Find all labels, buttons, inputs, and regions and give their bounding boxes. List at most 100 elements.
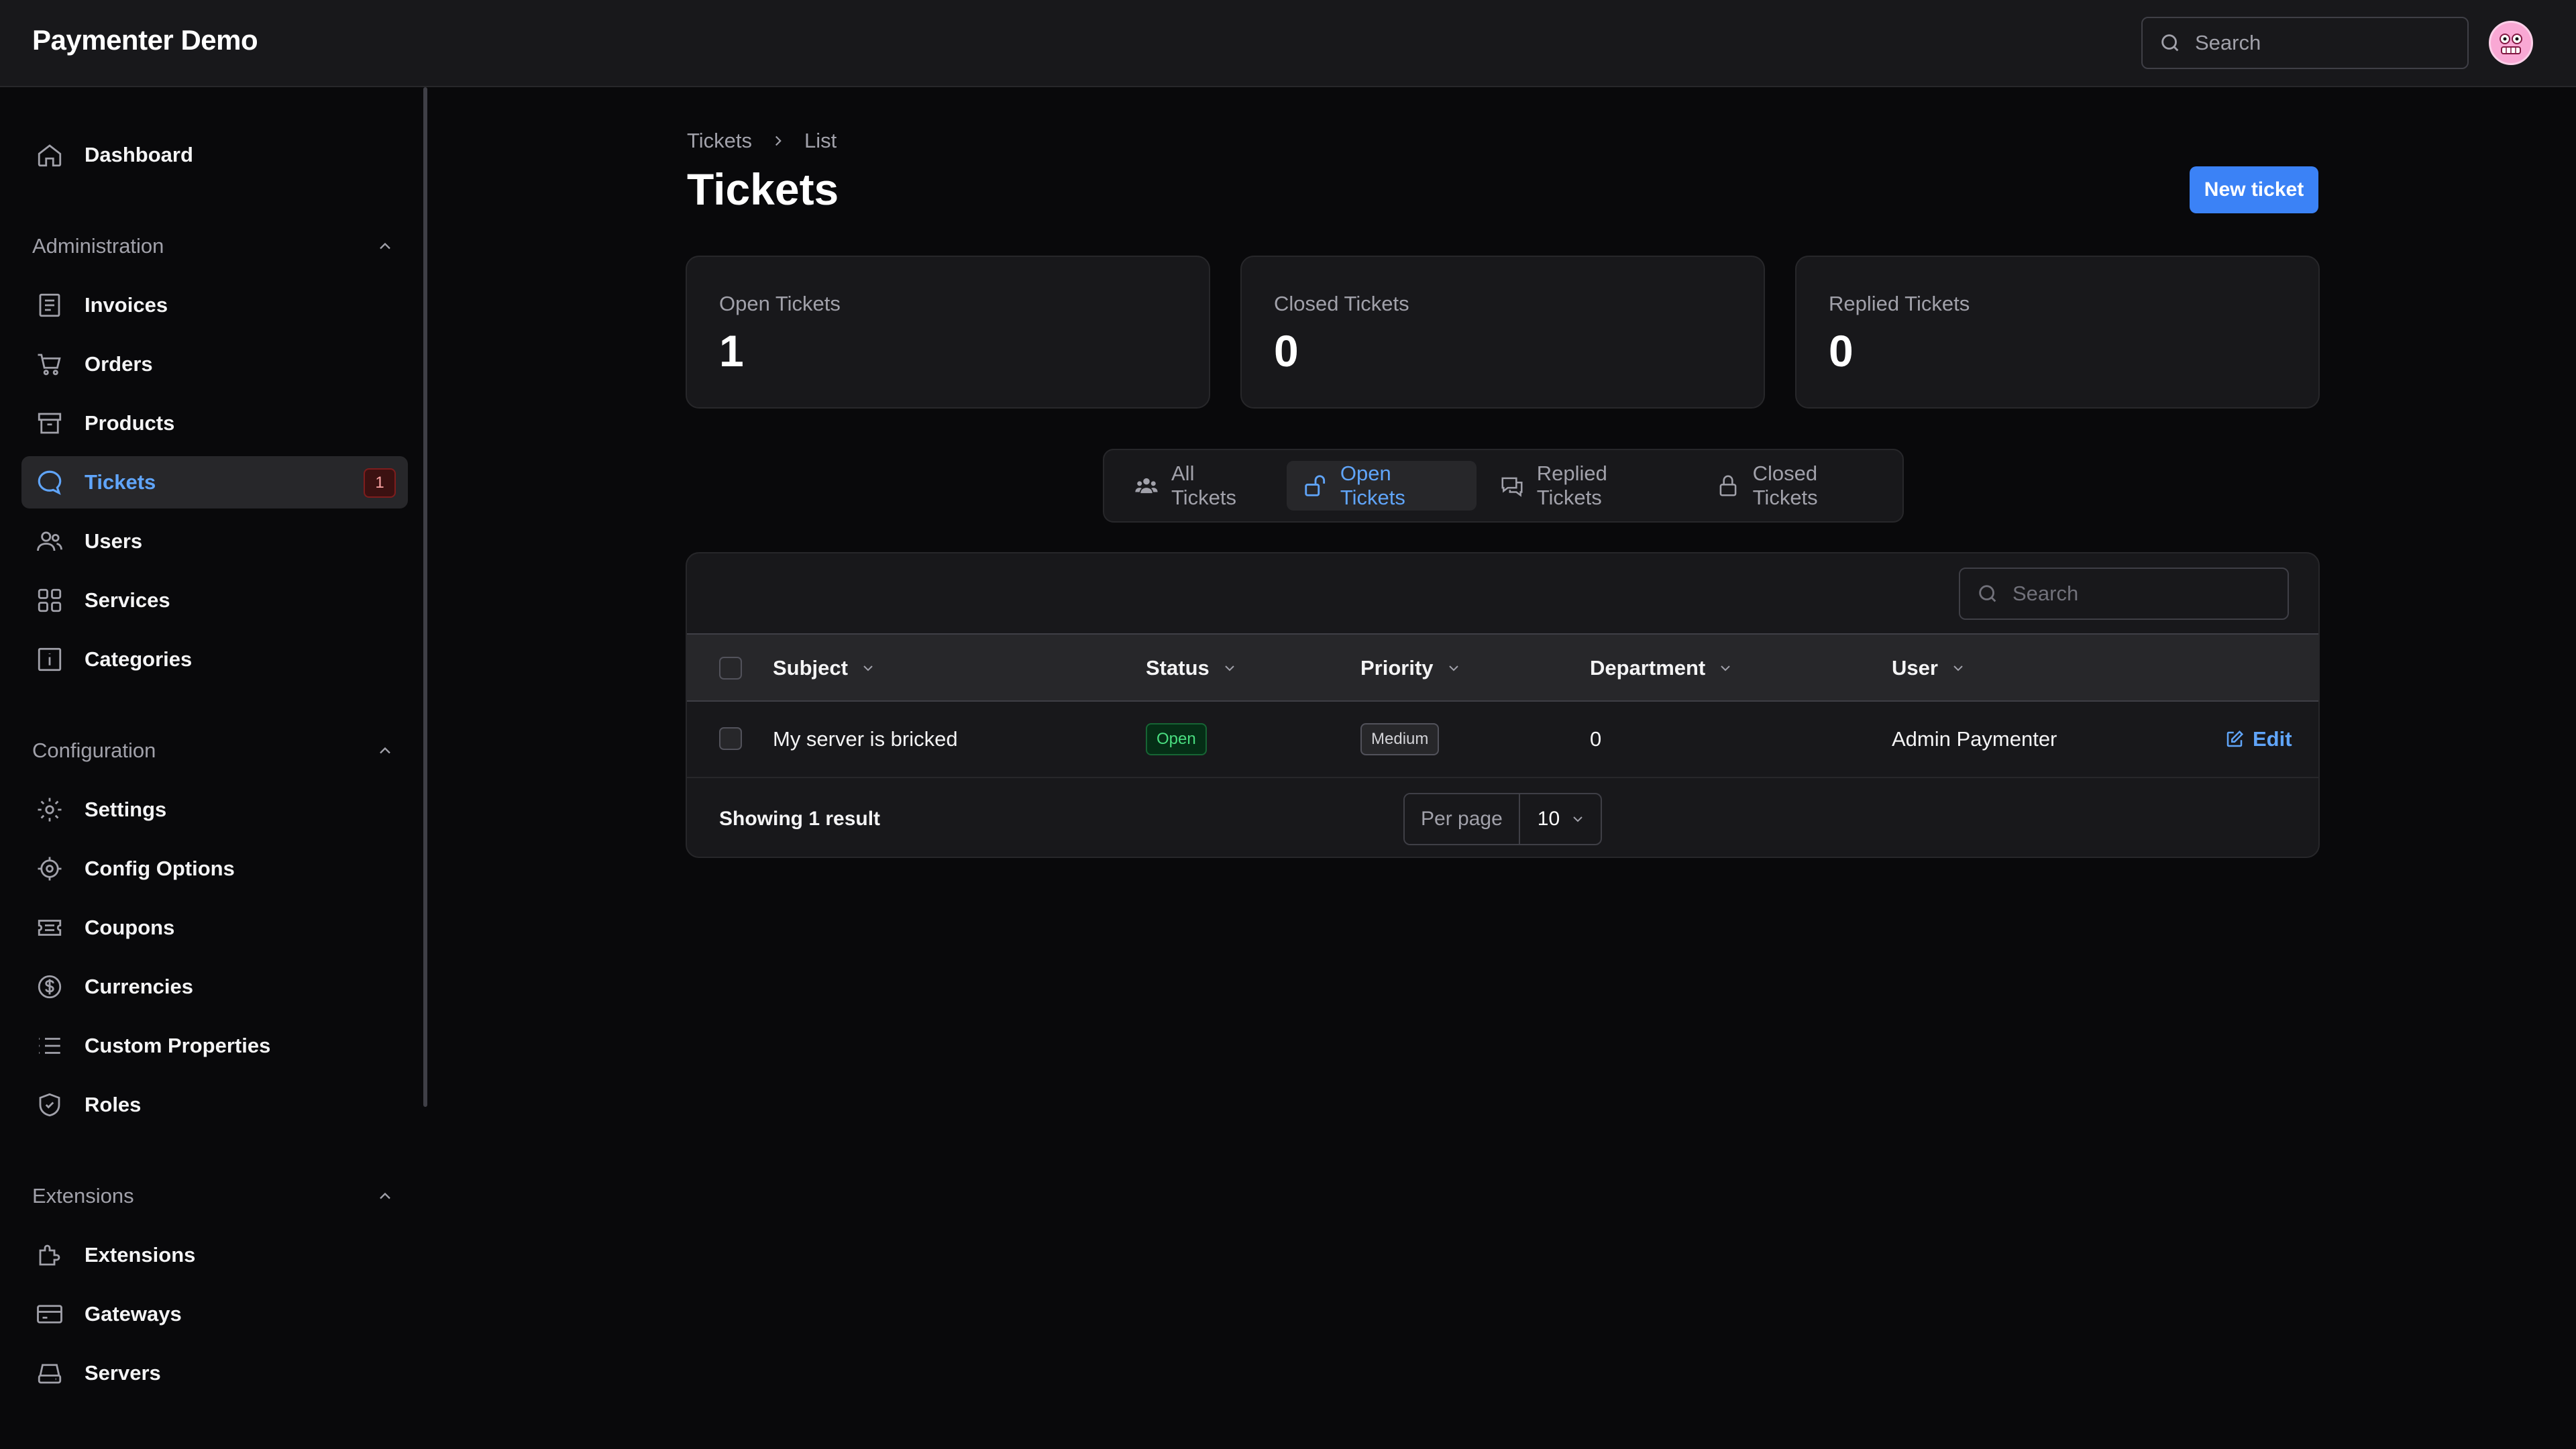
- stat-label: Closed Tickets: [1274, 292, 1409, 315]
- sidebar-group-extensions[interactable]: Extensions: [32, 1179, 394, 1213]
- tab-replied-tickets[interactable]: Replied Tickets: [1483, 461, 1693, 511]
- per-page-select[interactable]: Per page 10: [1403, 793, 1602, 845]
- users-icon: [34, 525, 66, 557]
- tickets-count-badge: 1: [364, 468, 396, 498]
- sidebar-item-label: Categories: [85, 647, 193, 671]
- sidebar-item-currencies[interactable]: Currencies: [21, 961, 408, 1013]
- column-label: Department: [1590, 656, 1706, 680]
- tab-open-tickets[interactable]: Open Tickets: [1286, 461, 1477, 511]
- ticket-filter-tabs: All Tickets Open Tickets Replied Tickets…: [1103, 449, 1904, 523]
- sidebar-item-label: Custom Properties: [85, 1034, 271, 1057]
- sidebar-item-custom-properties[interactable]: Custom Properties: [21, 1020, 408, 1072]
- sidebar-item-label: Currencies: [85, 975, 193, 998]
- tab-label: Open Tickets: [1340, 462, 1405, 509]
- sidebar-group-administration[interactable]: Administration: [32, 229, 394, 263]
- search-icon: [2159, 32, 2182, 54]
- sidebar-group-configuration[interactable]: Configuration: [32, 734, 394, 767]
- cell-status: Open: [1146, 702, 1207, 777]
- sidebar-item-settings[interactable]: Settings: [21, 784, 408, 836]
- sidebar-item-tickets[interactable]: Tickets 1: [21, 456, 408, 508]
- sidebar-scrollbar[interactable]: [423, 87, 427, 1107]
- info-box-icon: [34, 643, 66, 676]
- tab-label: Closed Tickets: [1752, 462, 1818, 509]
- table-search-input[interactable]: Search: [1959, 568, 2289, 620]
- sidebar-item-label: Users: [85, 529, 143, 553]
- sidebar-item-config-options[interactable]: Config Options: [21, 843, 408, 895]
- tab-closed-tickets[interactable]: Closed Tickets: [1699, 461, 1902, 511]
- column-label: Status: [1146, 656, 1210, 680]
- stat-value: 0: [1829, 326, 1854, 376]
- chat-bubbles-icon: [1499, 473, 1525, 498]
- sidebar-item-coupons[interactable]: Coupons: [21, 902, 408, 954]
- chevron-up-icon: [376, 741, 394, 760]
- row-checkbox[interactable]: [719, 727, 742, 750]
- sidebar-item-roles[interactable]: Roles: [21, 1079, 408, 1131]
- list-icon: [34, 1030, 66, 1062]
- tab-label: All Tickets: [1171, 462, 1237, 509]
- sidebar-item-products[interactable]: Products: [21, 397, 408, 449]
- app-title[interactable]: Paymenter Demo: [32, 24, 258, 56]
- edit-label: Edit: [2253, 727, 2292, 751]
- global-search-placeholder: Search: [2195, 31, 2261, 54]
- stat-label: Replied Tickets: [1829, 292, 1970, 315]
- avatar-face-icon: [2493, 25, 2528, 60]
- column-department[interactable]: Department: [1590, 635, 1733, 702]
- chevron-up-icon: [376, 237, 394, 256]
- users-icon: [1134, 473, 1159, 498]
- sidebar-item-categories[interactable]: Categories: [21, 633, 408, 686]
- column-label: User: [1892, 656, 1938, 680]
- sidebar-item-dashboard[interactable]: Dashboard: [21, 129, 408, 181]
- sidebar-item-label: Tickets: [85, 470, 156, 494]
- column-user[interactable]: User: [1892, 635, 1966, 702]
- invoice-icon: [34, 289, 66, 321]
- sidebar-item-label: Orders: [85, 352, 153, 376]
- stat-label: Open Tickets: [719, 292, 841, 315]
- column-subject[interactable]: Subject: [773, 635, 876, 702]
- stat-card-open-tickets: Open Tickets 1: [686, 256, 1210, 409]
- group-label: Configuration: [32, 739, 156, 762]
- page-title: Tickets: [687, 164, 839, 214]
- sidebar-item-label: Coupons: [85, 916, 175, 939]
- sidebar-item-label: Settings: [85, 798, 167, 821]
- sidebar-item-label: Products: [85, 411, 175, 435]
- stat-value: 0: [1274, 326, 1299, 376]
- edit-button[interactable]: Edit: [2224, 727, 2292, 751]
- cell-department: 0: [1590, 727, 1602, 751]
- breadcrumb-tickets-link[interactable]: Tickets: [687, 129, 752, 153]
- chevron-down-icon: [1717, 660, 1733, 676]
- tickets-table: Search Subject Status Priority Departmen…: [686, 552, 2320, 858]
- cell-priority: Medium: [1360, 702, 1440, 777]
- stat-card-replied-tickets: Replied Tickets 0: [1795, 256, 2320, 409]
- select-all-checkbox[interactable]: [719, 657, 742, 680]
- per-page-label: Per page: [1405, 794, 1520, 844]
- group-label: Extensions: [32, 1184, 134, 1208]
- sidebar-item-gateways[interactable]: Gateways: [21, 1288, 408, 1340]
- stat-value: 1: [719, 326, 744, 376]
- cell-subject[interactable]: My server is bricked: [773, 702, 958, 777]
- avatar[interactable]: [2489, 21, 2533, 65]
- tab-all-tickets[interactable]: All Tickets: [1118, 461, 1280, 511]
- breadcrumb-current: List: [804, 129, 837, 152]
- sidebar-item-orders[interactable]: Orders: [21, 338, 408, 390]
- credit-card-icon: [34, 1298, 66, 1330]
- sidebar-item-servers[interactable]: Servers: [21, 1347, 408, 1399]
- sidebar-item-label: Services: [85, 588, 170, 612]
- dollar-circle-icon: [34, 971, 66, 1003]
- sidebar-item-invoices[interactable]: Invoices: [21, 279, 408, 331]
- sidebar-item-users[interactable]: Users: [21, 515, 408, 568]
- group-label: Administration: [32, 234, 164, 258]
- table-row[interactable]: My server is bricked Open Medium 0 Admin…: [687, 702, 2318, 778]
- search-icon: [1976, 582, 1999, 605]
- column-status[interactable]: Status: [1146, 635, 1238, 702]
- archive-box-icon: [34, 407, 66, 439]
- global-search-input[interactable]: Search: [2141, 17, 2469, 69]
- sidebar-item-extensions[interactable]: Extensions: [21, 1229, 408, 1281]
- per-page-value-wrap[interactable]: 10: [1520, 808, 1601, 830]
- sidebar-item-label: Config Options: [85, 857, 235, 880]
- top-bar: Paymenter Demo Search: [0, 0, 2576, 87]
- cog-icon: [34, 853, 66, 885]
- cell-actions: Edit: [2224, 702, 2292, 777]
- new-ticket-button[interactable]: New ticket: [2190, 166, 2318, 213]
- sidebar-item-services[interactable]: Services: [21, 574, 408, 627]
- column-priority[interactable]: Priority: [1360, 635, 1462, 702]
